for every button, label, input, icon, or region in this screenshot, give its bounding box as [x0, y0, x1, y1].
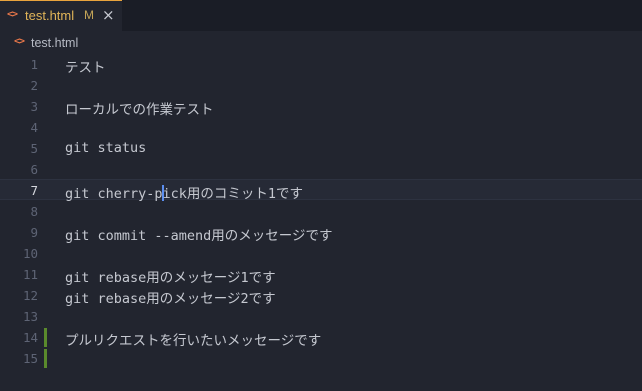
code-area[interactable]: 1 テスト 2 3 ローカルでの作業テスト 4 5 git status 6 7…	[0, 53, 642, 368]
line-text: git rebase用のメッセージ1です	[65, 270, 276, 286]
line-number: 4	[30, 120, 38, 135]
line-number: 11	[22, 267, 38, 282]
code-line[interactable]: 6	[0, 158, 642, 179]
code-line-active[interactable]: 7 git cherry-pick用のコミット1です	[0, 179, 642, 202]
line-number: 8	[30, 204, 38, 219]
line-text: プルリクエストを行いたいメッセージです	[65, 333, 322, 349]
line-text: テスト	[65, 60, 106, 76]
git-added-marker[interactable]	[44, 349, 47, 368]
code-line[interactable]: 2	[0, 74, 642, 95]
line-number: 15	[22, 351, 38, 366]
modified-badge: M	[84, 8, 94, 22]
line-number: 14	[22, 330, 38, 345]
line-text: git cherry-pick用のコミット1です	[65, 182, 303, 202]
code-line[interactable]: 5 git status	[0, 137, 642, 158]
line-text: ローカルでの作業テスト	[65, 102, 214, 118]
html-file-icon: <>	[14, 36, 25, 47]
line-number: 7	[30, 183, 38, 198]
code-line[interactable]: 10	[0, 242, 642, 263]
git-added-marker[interactable]	[44, 328, 47, 347]
tab-label: test.html	[25, 8, 75, 23]
code-line[interactable]: 14 プルリクエストを行いたいメッセージです	[0, 326, 642, 349]
line-number: 10	[22, 246, 38, 261]
line-number: 6	[30, 162, 38, 177]
code-editor: <> test.html M × <> test.html 1 テスト 2 3 …	[0, 0, 642, 391]
code-line[interactable]: 4	[0, 116, 642, 137]
line-number: 3	[30, 99, 38, 114]
html-file-icon: <>	[7, 9, 18, 20]
breadcrumb: <> test.html	[0, 31, 642, 53]
code-line[interactable]: 11 git rebase用のメッセージ1です	[0, 263, 642, 286]
code-line[interactable]: 9 git commit --amend用のメッセージです	[0, 221, 642, 244]
close-icon[interactable]: ×	[102, 6, 115, 24]
code-line[interactable]: 15	[0, 347, 642, 368]
line-text: git rebase用のメッセージ2です	[65, 291, 276, 307]
line-number: 1	[30, 57, 38, 72]
code-line[interactable]: 13	[0, 305, 642, 326]
line-number: 9	[30, 225, 38, 240]
code-line[interactable]: 12 git rebase用のメッセージ2です	[0, 284, 642, 307]
line-number: 2	[30, 78, 38, 93]
code-line[interactable]: 8	[0, 200, 642, 221]
tab-test-html[interactable]: <> test.html M ×	[0, 0, 122, 31]
line-text: git status	[65, 140, 147, 156]
line-number: 12	[22, 288, 38, 303]
line-text: git commit --amend用のメッセージです	[65, 228, 333, 244]
code-line[interactable]: 1 テスト	[0, 53, 642, 76]
tab-bar: <> test.html M ×	[0, 0, 642, 31]
line-number: 13	[22, 309, 38, 324]
code-line[interactable]: 3 ローカルでの作業テスト	[0, 95, 642, 118]
breadcrumb-file[interactable]: test.html	[31, 36, 78, 50]
line-number: 5	[30, 141, 38, 156]
